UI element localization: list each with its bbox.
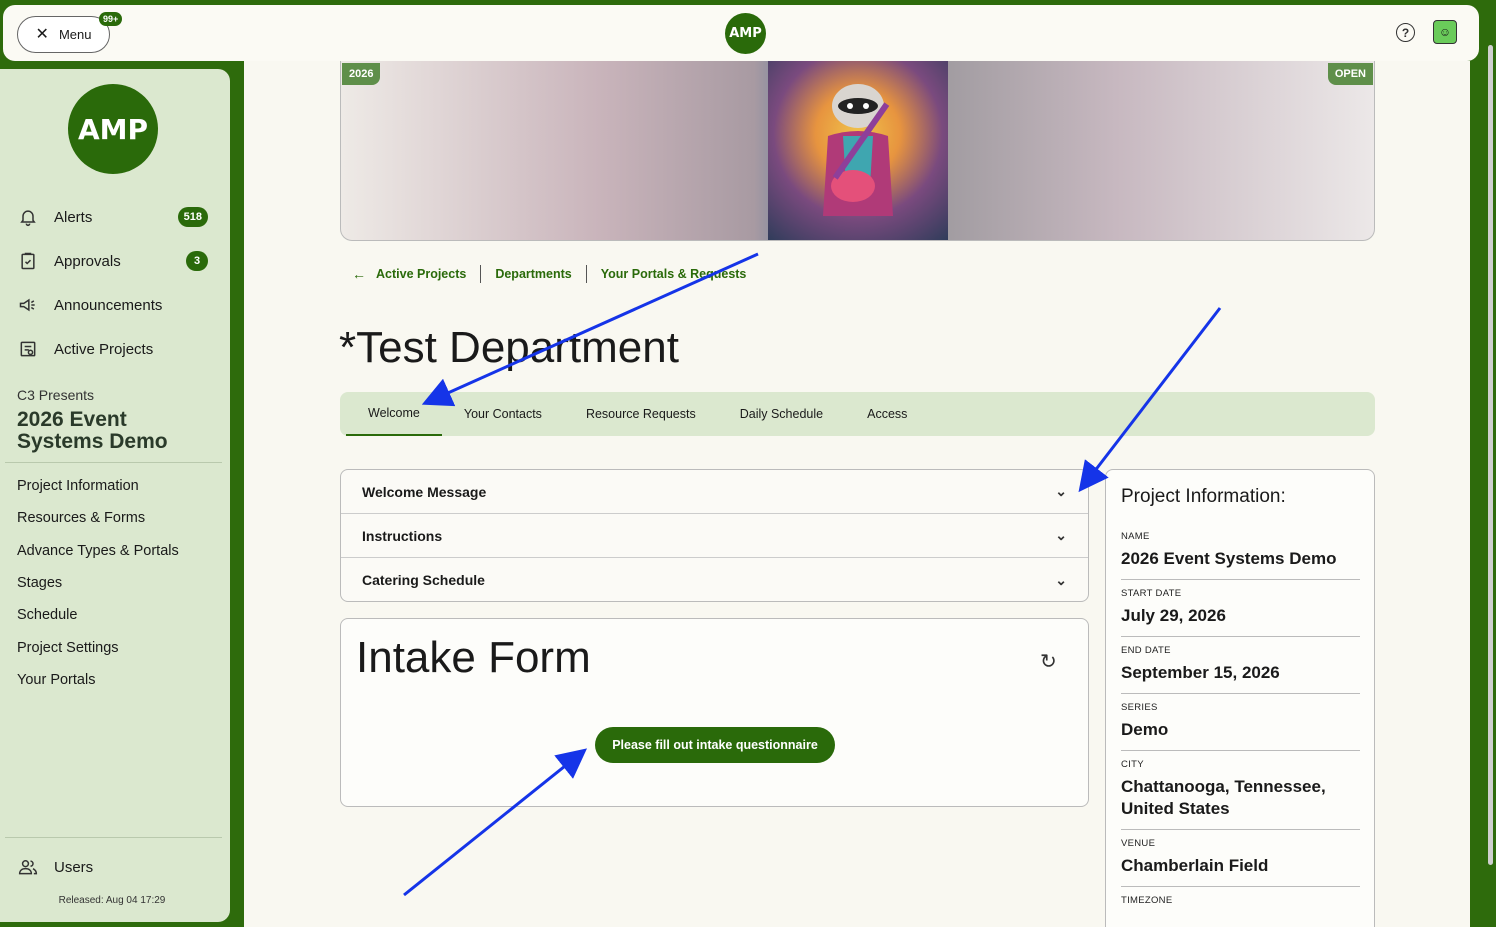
sidebar-item-label: Users: [54, 858, 94, 876]
sidebar-link-project-information[interactable]: Project Information: [17, 478, 139, 494]
project-list-icon: [18, 339, 38, 359]
accordion-label: Instructions: [362, 527, 443, 544]
users-icon: [18, 857, 38, 877]
sidebar-item-label: Active Projects: [54, 340, 154, 358]
field-label: VENUE: [1121, 838, 1156, 849]
sidebar-link-project-settings[interactable]: Project Settings: [17, 640, 119, 656]
menu-label: Menu: [58, 27, 92, 42]
accordion-label: Welcome Message: [362, 483, 487, 500]
sidebar-item-label: Announcements: [54, 296, 163, 314]
accordion-catering-schedule[interactable]: Catering Schedule ⌄: [341, 558, 1088, 602]
breadcrumb-portals-requests[interactable]: Your Portals & Requests: [601, 267, 747, 281]
sidebar-link-advance-types[interactable]: Advance Types & Portals: [17, 543, 179, 559]
field-label: CITY: [1121, 759, 1144, 770]
accordion-label: Catering Schedule: [362, 572, 485, 588]
tab-resource-requests[interactable]: Resource Requests: [564, 392, 718, 436]
year-badge: 2026: [342, 63, 381, 85]
sidebar-item-approvals[interactable]: Approvals 3: [18, 246, 208, 276]
sidebar-logo: AMP: [68, 84, 158, 174]
release-info: Released: Aug 04 17:29: [58, 895, 166, 906]
chevron-down-icon: ⌄: [1055, 571, 1067, 588]
field-value: Chamberlain Field: [1121, 856, 1269, 875]
main-content: 2026 OPEN ← Active Projects Departments …: [244, 61, 1470, 927]
sidebar-link-schedule[interactable]: Schedule: [17, 607, 77, 623]
notification-badge: 99+: [99, 12, 123, 26]
info-field-start-date: START DATE July 29, 2026: [1121, 580, 1360, 637]
sidebar-item-label: Approvals: [54, 252, 121, 270]
intake-questionnaire-button[interactable]: Please fill out intake questionnaire: [595, 727, 835, 763]
tab-daily-schedule[interactable]: Daily Schedule: [718, 392, 845, 436]
tab-access[interactable]: Access: [845, 392, 929, 436]
arrow-left-icon[interactable]: ←: [352, 266, 366, 282]
banner-image: [768, 61, 948, 240]
amp-logo[interactable]: AMP: [725, 13, 766, 54]
field-value: Demo: [1121, 720, 1169, 739]
bell-icon: [18, 207, 38, 227]
scrollbar[interactable]: [1488, 45, 1493, 865]
tab-welcome[interactable]: Welcome: [346, 392, 442, 436]
accordion-instructions[interactable]: Instructions ⌄: [341, 514, 1088, 558]
alerts-count-badge: 518: [177, 207, 208, 227]
intake-form-card: Intake Form ↻ Please fill out intake que…: [340, 618, 1089, 807]
sidebar-item-users[interactable]: Users: [18, 852, 208, 882]
page-title: *Test Department: [339, 323, 679, 372]
sidebar-item-label: Alerts: [54, 208, 93, 226]
field-label: SERIES: [1121, 702, 1158, 713]
field-label: TIMEZONE: [1121, 895, 1173, 906]
clipboard-check-icon: [18, 251, 38, 271]
breadcrumb-active-projects[interactable]: Active Projects: [376, 267, 466, 281]
project-name: 2026 Event Systems Demo: [17, 408, 168, 453]
tab-your-contacts[interactable]: Your Contacts: [442, 392, 564, 436]
top-bar: ✕ Menu 99+ AMP ? ☺: [3, 5, 1479, 61]
tab-bar: Welcome Your Contacts Resource Requests …: [340, 392, 1375, 436]
chevron-down-icon: ⌄: [1055, 527, 1067, 543]
sidebar-link-resources-forms[interactable]: Resources & Forms: [17, 510, 145, 526]
info-field-name: NAME 2026 Event Systems Demo: [1121, 523, 1360, 580]
sidebar-item-active-projects[interactable]: Active Projects: [18, 334, 208, 364]
sidebar-item-alerts[interactable]: Alerts 518: [18, 202, 208, 232]
breadcrumb: ← Active Projects Departments Your Porta…: [352, 265, 746, 283]
info-field-venue: VENUE Chamberlain Field: [1121, 830, 1360, 887]
info-field-end-date: END DATE September 15, 2026: [1121, 637, 1360, 694]
breadcrumb-separator: [585, 265, 587, 283]
breadcrumb-separator: [480, 265, 482, 283]
divider: [5, 462, 222, 463]
field-value: 2026 Event Systems Demo: [1121, 549, 1337, 568]
menu-button[interactable]: ✕ Menu: [17, 16, 110, 53]
project-banner: 2026 OPEN: [340, 61, 1375, 241]
sidebar-item-announcements[interactable]: Announcements: [18, 290, 208, 320]
help-icon[interactable]: ?: [1396, 23, 1415, 42]
accordion: Welcome Message ⌄ Instructions ⌄ Caterin…: [340, 469, 1089, 602]
refresh-icon[interactable]: ↻: [1040, 649, 1057, 674]
project-information-heading: Project Information:: [1121, 486, 1286, 507]
info-field-series: SERIES Demo: [1121, 694, 1360, 751]
intake-form-title: Intake Form: [356, 633, 591, 682]
close-icon: ✕: [35, 25, 49, 43]
divider: [5, 837, 222, 838]
megaphone-icon: [18, 295, 38, 315]
field-label: END DATE: [1121, 645, 1171, 656]
sidebar: AMP Alerts 518 Approvals 3 Announcements…: [0, 69, 230, 922]
info-field-city: CITY Chattanooga, Tennessee, United Stat…: [1121, 751, 1360, 830]
sidebar-link-your-portals[interactable]: Your Portals: [17, 672, 95, 688]
field-value: July 29, 2026: [1121, 606, 1226, 625]
org-name: C3 Presents: [17, 387, 95, 403]
approvals-count-badge: 3: [186, 251, 208, 271]
sidebar-link-stages[interactable]: Stages: [17, 575, 62, 591]
field-value: Chattanooga, Tennessee, United States: [1121, 777, 1326, 818]
chevron-down-icon: ⌄: [1055, 483, 1067, 499]
info-field-timezone: TIMEZONE: [1121, 887, 1360, 921]
field-value: September 15, 2026: [1121, 663, 1280, 682]
avatar[interactable]: ☺: [1433, 20, 1457, 44]
accordion-welcome-message[interactable]: Welcome Message ⌄: [341, 470, 1088, 514]
field-label: START DATE: [1121, 588, 1182, 599]
breadcrumb-departments[interactable]: Departments: [495, 267, 571, 281]
project-information-panel: Project Information: NAME 2026 Event Sys…: [1105, 469, 1375, 927]
field-label: NAME: [1121, 531, 1150, 542]
status-badge: OPEN: [1327, 63, 1373, 85]
